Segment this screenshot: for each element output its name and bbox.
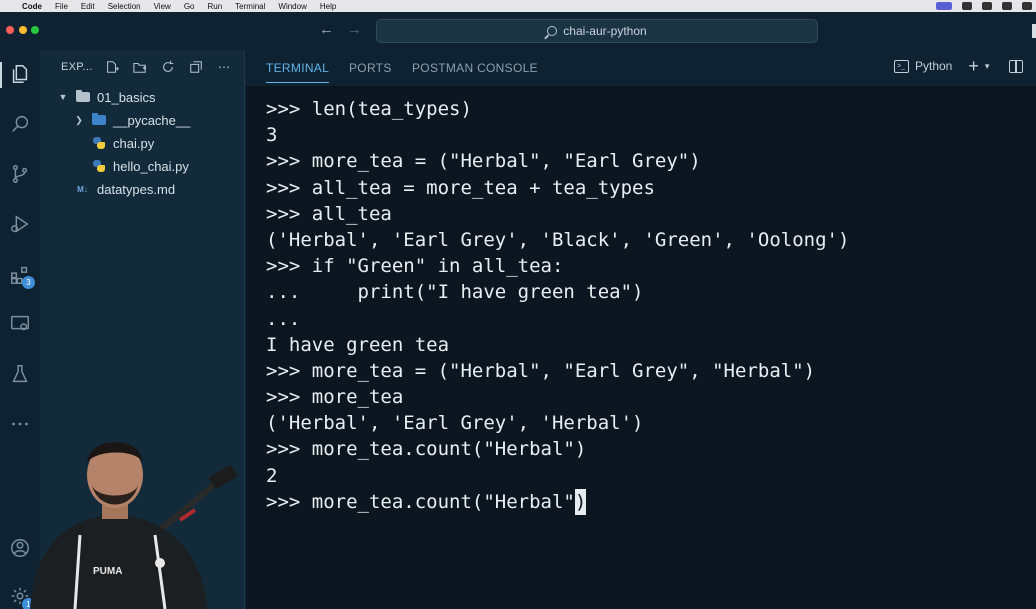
menu-window[interactable]: Window <box>278 2 306 11</box>
workspace-name: chai-aur-python <box>563 24 647 38</box>
tree-file-hello-chai-py[interactable]: hello_chai.py <box>91 156 189 176</box>
terminal-line: >>> all_tea <box>266 202 392 225</box>
chevron-down-icon[interactable]: ▾ <box>985 61 990 72</box>
remote-explorer-icon[interactable] <box>8 312 32 336</box>
run-debug-icon[interactable] <box>8 212 32 236</box>
tree-file-chai-py[interactable]: chai.py <box>91 133 154 153</box>
active-indicator <box>0 62 2 88</box>
search-icon[interactable] <box>8 112 32 136</box>
tree-file-datatypes-md[interactable]: M↓ datatypes.md <box>75 179 175 199</box>
window-title-bar: ← → chai-aur-python <box>0 12 1036 50</box>
collapse-all-icon[interactable] <box>188 59 204 75</box>
status-icon[interactable] <box>982 2 992 10</box>
testing-flask-icon[interactable] <box>8 362 32 386</box>
terminal-line: >>> if "Green" in all_tea: <box>266 255 564 278</box>
terminal-line: >>> len(tea_types) <box>266 98 472 120</box>
new-folder-icon[interactable] <box>132 59 148 75</box>
more-actions-icon[interactable]: ⋯ <box>216 59 232 75</box>
python-file-icon <box>91 159 106 174</box>
terminal-line: >>> more_tea = ("Herbal", "Earl Grey") <box>266 150 701 173</box>
explorer-toolbar: ⋯ <box>104 59 232 75</box>
menu-go[interactable]: Go <box>184 2 195 11</box>
search-icon <box>547 26 558 36</box>
menu-edit[interactable]: Edit <box>81 2 95 11</box>
terminal-line: I have green tea <box>266 333 450 356</box>
markdown-file-icon: M↓ <box>77 184 88 194</box>
screen-record-icon[interactable] <box>936 2 952 10</box>
menu-run[interactable]: Run <box>207 2 222 11</box>
back-arrow-icon[interactable]: ← <box>319 21 334 38</box>
tree-folder-pycache[interactable]: ❯ __pycache__ <box>73 110 190 130</box>
command-center-search[interactable]: chai-aur-python <box>376 19 818 43</box>
tree-item-label: chai.py <box>113 135 155 151</box>
terminal-cursor: ) <box>574 488 587 516</box>
new-terminal-icon[interactable]: + <box>968 57 979 75</box>
panel-tab-bar: TERMINAL PORTS POSTMAN CONSOLE >_ Python… <box>246 50 1036 86</box>
tab-ports[interactable]: PORTS <box>349 61 392 75</box>
terminal-line: >>> more_tea <box>266 386 404 409</box>
terminal-panel: TERMINAL PORTS POSTMAN CONSOLE >_ Python… <box>246 50 1036 609</box>
terminal-line: ... print("I have green tea") <box>266 281 644 304</box>
shell-label[interactable]: Python <box>915 59 952 73</box>
zoom-window-button[interactable] <box>31 26 39 34</box>
explorer-header: EXP... <box>61 61 93 73</box>
terminal-line: >>> all_tea = more_tea + tea_types <box>266 176 655 199</box>
folder-icon <box>75 90 90 105</box>
layout-control-icon[interactable] <box>1032 24 1036 38</box>
new-file-icon[interactable] <box>104 59 120 75</box>
terminal-line: >>> more_tea.count("Herbal") <box>266 438 587 461</box>
python-file-icon <box>91 136 106 151</box>
split-terminal-icon[interactable] <box>1009 59 1024 73</box>
chevron-down-icon: ▼ <box>58 92 68 102</box>
close-window-button[interactable] <box>6 26 14 34</box>
panel-actions: >_ Python + ▾ <box>894 57 1036 75</box>
macos-menu-bar: Code File Edit Selection View Go Run Ter… <box>0 0 1036 12</box>
tree-item-label: datatypes.md <box>97 181 176 197</box>
source-control-icon[interactable] <box>8 162 32 186</box>
tab-postman-console[interactable]: POSTMAN CONSOLE <box>412 61 538 75</box>
forward-arrow-icon[interactable]: → <box>347 21 362 38</box>
terminal-line: 3 <box>266 124 278 147</box>
control-center-icon[interactable] <box>1022 2 1032 10</box>
extensions-icon[interactable]: 3 <box>8 262 35 289</box>
tree-item-label: 01_basics <box>97 89 156 105</box>
explorer-icon[interactable] <box>8 62 32 86</box>
status-icon[interactable] <box>1002 2 1012 10</box>
menu-selection[interactable]: Selection <box>108 2 141 11</box>
presenter-webcam: PUMA <box>20 425 245 609</box>
tree-item-label: hello_chai.py <box>113 158 189 174</box>
menu-help[interactable]: Help <box>320 2 336 11</box>
folder-icon <box>91 113 106 128</box>
extensions-badge: 3 <box>22 276 35 289</box>
shirt-logo: PUMA <box>93 566 122 577</box>
terminal-output[interactable]: >>> len(tea_types) 3 >>> more_tea = ("He… <box>266 96 850 516</box>
menu-terminal[interactable]: Terminal <box>235 2 265 11</box>
status-icon[interactable] <box>962 2 972 10</box>
menu-app[interactable]: Code <box>22 2 42 11</box>
terminal-line: ... <box>266 307 301 330</box>
terminal-icon: >_ <box>894 59 909 73</box>
terminal-current-input: >>> more_tea.count("Herbal" <box>266 490 575 513</box>
menu-bar-tray <box>936 0 1036 12</box>
chevron-right-icon: ❯ <box>75 114 83 125</box>
terminal-line: ('Herbal', 'Earl Grey', 'Herbal') <box>266 412 644 435</box>
terminal-input-line[interactable]: >>> more_tea.count("Herbal") <box>266 488 849 516</box>
minimize-window-button[interactable] <box>19 26 27 34</box>
terminal-line: ('Herbal', 'Earl Grey', 'Black', 'Green'… <box>266 228 850 251</box>
menu-view[interactable]: View <box>154 2 171 11</box>
tree-folder-01-basics[interactable]: ▼ 01_basics <box>57 87 156 107</box>
tab-terminal[interactable]: TERMINAL <box>266 61 330 83</box>
refresh-icon[interactable] <box>160 59 176 75</box>
menu-file[interactable]: File <box>55 2 68 11</box>
terminal-line: 2 <box>266 464 278 487</box>
tree-item-label: __pycache__ <box>113 112 191 128</box>
terminal-line: >>> more_tea = ("Herbal", "Earl Grey", "… <box>266 359 816 382</box>
